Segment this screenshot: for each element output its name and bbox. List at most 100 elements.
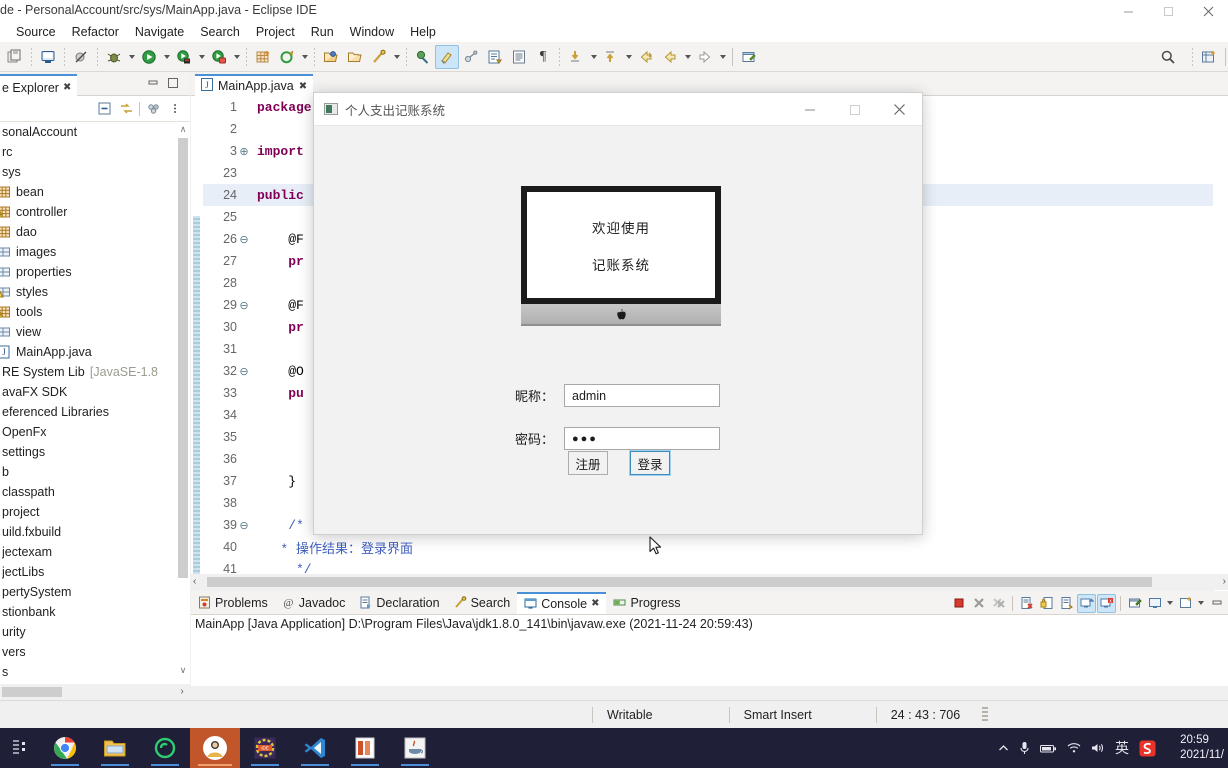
save-all-icon[interactable] [3, 45, 27, 69]
collapse-all-icon[interactable] [95, 100, 113, 118]
run-external-dropdown-arrow[interactable] [231, 45, 242, 69]
editor-hscroll-thumb[interactable] [207, 577, 1152, 587]
pin-editor-icon[interactable] [737, 45, 761, 69]
run-dropdown-arrow[interactable] [161, 45, 172, 69]
link-with-editor-icon[interactable] [117, 100, 135, 118]
forward-icon[interactable] [693, 45, 717, 69]
project-tree[interactable]: sonalAccountrcsysbeancontrollerdaoimages… [0, 122, 158, 677]
tree-item-avafx-sdk[interactable]: avaFX SDK [0, 382, 158, 402]
new-java-class-icon[interactable] [36, 45, 60, 69]
fold-toggle-icon[interactable]: ⊖ [237, 299, 251, 312]
previous-annotation-2-icon[interactable] [599, 45, 623, 69]
open-resource-icon[interactable] [343, 45, 367, 69]
tree-vertical-scrollbar[interactable]: ∧ ∨ [176, 122, 190, 677]
menu-item-navigate[interactable]: Navigate [127, 24, 192, 40]
menu-item-source[interactable]: Source [8, 24, 64, 40]
tree-item-jectlibs[interactable]: jectLibs [0, 562, 158, 582]
wifi-icon[interactable] [1067, 742, 1081, 754]
tab-package-explorer[interactable]: e Explorer ✖ [0, 74, 77, 96]
sogou-icon[interactable] [1139, 740, 1156, 757]
editor-overview-ruler[interactable] [1214, 120, 1228, 598]
previous-annotation-icon[interactable] [411, 45, 435, 69]
lock-scroll-icon[interactable] [1037, 594, 1056, 613]
close-button[interactable] [1188, 0, 1228, 22]
run-icon[interactable] [137, 45, 161, 69]
remove-launch-icon[interactable] [969, 594, 988, 613]
tree-item-rc[interactable]: rc [0, 142, 158, 162]
bottom-tab-progress[interactable]: Progress [606, 592, 687, 614]
maximize-view-icon[interactable] [166, 77, 180, 89]
menu-item-search[interactable]: Search [192, 24, 248, 40]
terminate-icon[interactable] [949, 594, 968, 613]
password-input[interactable]: ●●● [564, 427, 720, 450]
tree-item-project[interactable]: project [0, 502, 158, 522]
skip-breakpoints-icon[interactable] [69, 45, 93, 69]
run-coverage-icon[interactable] [172, 45, 196, 69]
editor-scroll-right-icon[interactable]: › [1223, 576, 1226, 587]
open-perspective-icon[interactable] [1197, 45, 1221, 69]
show-whitespace-icon[interactable] [507, 45, 531, 69]
search-type-dropdown-arrow[interactable] [391, 45, 402, 69]
java-app-icon[interactable] [390, 728, 440, 768]
tree-item-jectexam[interactable]: jectexam [0, 542, 158, 562]
run-external-icon[interactable] [207, 45, 231, 69]
minimize-view-icon[interactable] [146, 77, 160, 89]
register-button[interactable]: 注册 [568, 451, 608, 475]
tab-mainapp-java[interactable]: J MainApp.java ✖ [195, 74, 313, 96]
bottom-tab-console[interactable]: Console✖ [517, 592, 606, 614]
chevron-up-icon[interactable] [998, 743, 1009, 754]
remove-all-launches-icon[interactable] [989, 594, 1008, 613]
active-app-icon[interactable] [190, 728, 240, 768]
tree-item-sys[interactable]: sys [0, 162, 158, 182]
show-console-on-error-icon[interactable]: x [1097, 594, 1116, 613]
tree-item-controller[interactable]: controller [0, 202, 158, 222]
open-type-icon[interactable] [319, 45, 343, 69]
bottom-tab-close-icon[interactable]: ✖ [591, 598, 599, 609]
tree-item-settings[interactable]: settings [0, 442, 158, 462]
hscroll-thumb[interactable] [2, 687, 62, 697]
minimize-button[interactable] [1108, 0, 1148, 22]
debug-dropdown-arrow[interactable] [126, 45, 137, 69]
search-type-icon[interactable] [367, 45, 391, 69]
tree-item-view[interactable]: view [0, 322, 158, 342]
nickname-input[interactable]: admin [564, 384, 720, 407]
powerpoint-icon[interactable] [340, 728, 390, 768]
code-line[interactable]: 40 * 操作结果：登录界面 [203, 536, 1213, 558]
editor-tab-close-icon[interactable]: ✖ [299, 81, 307, 92]
bottom-tab-problems[interactable]: Problems [191, 592, 275, 614]
tree-item-stionbank[interactable]: stionbank [0, 602, 158, 622]
battery-icon[interactable] [1040, 743, 1057, 754]
pin-console-icon[interactable] [1125, 594, 1144, 613]
vscode-icon[interactable] [290, 728, 340, 768]
open-console-dropdown-arrow[interactable] [1196, 594, 1206, 613]
editor-horizontal-scrollbar[interactable]: ‹ › [191, 574, 1228, 590]
quick-access-icon[interactable] [1156, 45, 1180, 69]
menu-item-help[interactable]: Help [402, 24, 444, 40]
taskbar-clock[interactable]: 20:59 2021/11/ [1180, 728, 1224, 768]
maximize-button[interactable] [1148, 0, 1188, 22]
run-coverage-dropdown-arrow[interactable] [196, 45, 207, 69]
forward-dropdown-arrow[interactable] [717, 45, 728, 69]
tree-horizontal-scrollbar[interactable]: › [0, 684, 190, 700]
display-selected-console-icon[interactable] [1145, 594, 1164, 613]
console-horizontal-scrollbar[interactable] [191, 686, 1228, 700]
open-console-icon[interactable] [1176, 594, 1195, 613]
menu-item-project[interactable]: Project [248, 24, 303, 40]
new-element-icon[interactable] [251, 45, 275, 69]
next-annotation-dropdown-arrow[interactable] [588, 45, 599, 69]
bottom-tab-search[interactable]: Search [447, 592, 518, 614]
fold-toggle-icon[interactable]: ⊖ [237, 365, 251, 378]
dialog-maximize-button[interactable] [832, 93, 877, 126]
tree-item-urity[interactable]: urity [0, 622, 158, 642]
tree-item-openfx[interactable]: OpenFx [0, 422, 158, 442]
tree-item-b[interactable]: b [0, 462, 158, 482]
scroll-down-icon[interactable]: ∨ [176, 663, 190, 677]
tree-item-tools[interactable]: tools [0, 302, 158, 322]
dialog-minimize-button[interactable] [787, 93, 832, 126]
next-edit-icon[interactable] [483, 45, 507, 69]
microphone-icon[interactable] [1019, 741, 1030, 755]
fold-toggle-icon[interactable]: ⊕ [237, 145, 251, 158]
tree-item-mainapp-java[interactable]: JMainApp.java [0, 342, 158, 362]
file-explorer-icon[interactable] [90, 728, 140, 768]
status-resize-grip[interactable] [982, 707, 988, 723]
